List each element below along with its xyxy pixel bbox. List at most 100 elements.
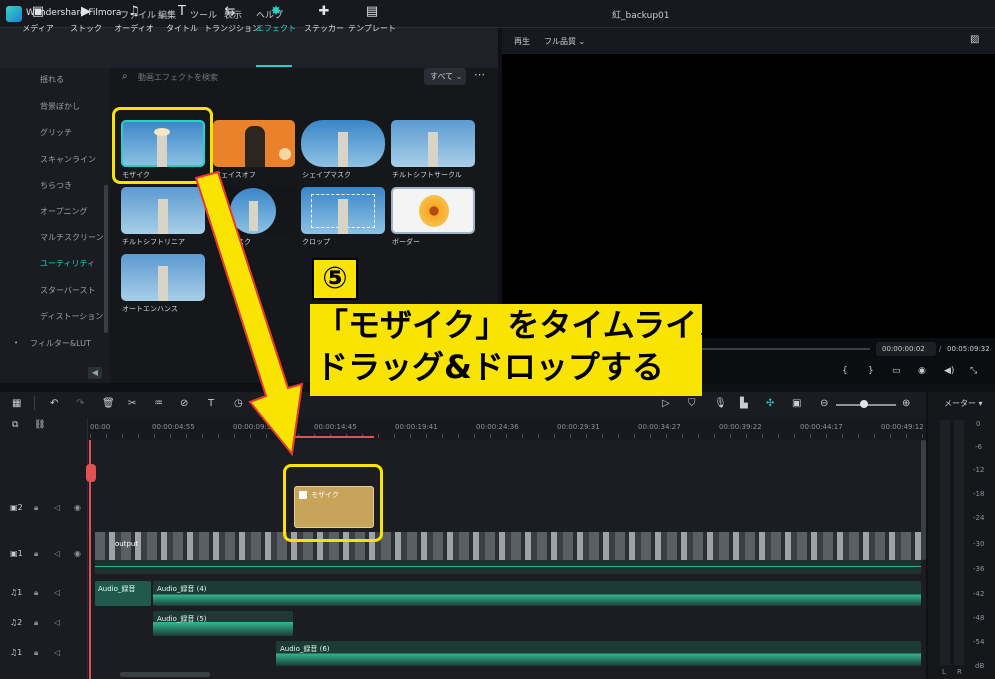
category-shake[interactable]: 揺れる: [40, 74, 64, 85]
layout-grid-icon[interactable]: ▦: [12, 398, 21, 409]
lock-icon[interactable]: 🔒︎: [34, 588, 38, 598]
audio-clip[interactable]: Audio_録音 (4): [153, 581, 921, 606]
search-input[interactable]: 動画エフェクトを検索: [138, 72, 218, 83]
redo-icon[interactable]: ↷: [76, 398, 84, 409]
mute-icon[interactable]: ◁: [54, 503, 60, 512]
mute-icon[interactable]: ◁: [54, 588, 60, 597]
lock-icon[interactable]: 🔒︎: [34, 549, 38, 559]
time-separator: /: [939, 345, 942, 353]
meter-scale: -42: [973, 590, 985, 598]
microphone-icon[interactable]: 🎙: [714, 398, 727, 409]
more-options-icon[interactable]: ⋯: [474, 68, 485, 81]
audio-adjust-icon[interactable]: ♒: [154, 398, 163, 409]
media-icon: ▣: [31, 4, 45, 19]
category-distortion[interactable]: ディストーション: [40, 311, 103, 322]
delete-icon[interactable]: 🗑: [102, 398, 115, 409]
eye-icon[interactable]: ◉: [74, 549, 81, 558]
ruler-tick: 00:00:39:22: [719, 423, 762, 431]
meter-scale: -18: [973, 490, 985, 498]
mark-in-icon[interactable]: {: [842, 366, 848, 376]
zoom-out-icon[interactable]: ⊖: [820, 398, 828, 409]
quality-dropdown[interactable]: フル品質 ⌄: [544, 36, 585, 47]
playhead-handle[interactable]: [86, 464, 96, 482]
category-flicker[interactable]: ちらつき: [40, 180, 72, 191]
toolbar-divider: [34, 396, 35, 410]
effect-search-box[interactable]: ⌕ 動画エフェクトを検索: [114, 68, 414, 86]
volume-icon[interactable]: ◀): [944, 366, 954, 376]
add-track-icon[interactable]: ⧉: [12, 420, 18, 430]
tab-stock[interactable]: ▶ ストック: [60, 5, 112, 37]
bullet-icon: •: [14, 339, 19, 347]
display-icon[interactable]: ▭: [892, 366, 901, 376]
effect-thumb-shape-mask[interactable]: [301, 120, 385, 167]
marker-icon[interactable]: ⛉: [688, 398, 696, 409]
render-preview-icon[interactable]: ▷: [662, 398, 670, 409]
category-multiscreen[interactable]: マルチスクリーン: [40, 232, 104, 243]
meter-bar-left: [940, 420, 950, 665]
zoom-slider-thumb[interactable]: [860, 400, 868, 408]
eye-icon[interactable]: ◉: [74, 503, 81, 512]
sticker-icon: ✚: [318, 4, 330, 19]
tab-title[interactable]: T タイトル: [156, 5, 208, 37]
annotation-arrow-icon: [194, 170, 304, 457]
audio-clip[interactable]: Audio_録音 (5): [153, 611, 293, 636]
cut-icon[interactable]: ✂: [128, 398, 136, 409]
ruler-tick: 00:00:44:17: [800, 423, 843, 431]
meter-scale: -12: [973, 466, 985, 474]
undo-icon[interactable]: ↶: [50, 398, 58, 409]
zoom-in-icon[interactable]: ⊕: [902, 398, 910, 409]
sidebar-scrollbar[interactable]: [104, 185, 108, 333]
tab-template[interactable]: ▤ テンプレート: [346, 5, 398, 37]
filter-dropdown[interactable]: すべて ⌄: [424, 68, 466, 85]
template-icon: ▤: [365, 4, 379, 19]
category-glitch[interactable]: グリッチ: [40, 127, 72, 138]
category-starburst[interactable]: スターバースト: [40, 285, 96, 296]
mute-icon[interactable]: ◁: [54, 549, 60, 558]
fullscreen-icon[interactable]: ⤡: [970, 366, 977, 376]
audio-clip[interactable]: Audio_録音: [95, 581, 151, 606]
meter-scale: -24: [973, 514, 985, 522]
timeline-horizontal-scrollbar[interactable]: [120, 672, 210, 677]
tab-transition[interactable]: ⇆ トランジション: [204, 5, 260, 37]
pip-icon[interactable]: ▣: [792, 398, 801, 409]
category-opening[interactable]: オープニング: [40, 206, 88, 217]
link-icon[interactable]: ⛓: [34, 420, 45, 430]
snapshot-view-icon[interactable]: ▨: [970, 34, 979, 45]
mute-icon[interactable]: ◁: [54, 618, 60, 627]
chevron-left-icon: ◀: [91, 368, 99, 377]
lock-icon[interactable]: 🔒︎: [34, 618, 38, 628]
collapse-sidebar-button[interactable]: ◀: [88, 367, 102, 379]
video-clip[interactable]: output: [95, 532, 921, 560]
effect-thumb-faceoff[interactable]: [213, 120, 295, 167]
effect-thumb-border[interactable]: [391, 187, 475, 234]
category-background-blur[interactable]: 背景ぼかし: [40, 101, 80, 112]
ruler-tick: 00:00:19:41: [395, 423, 438, 431]
category-filter-lut[interactable]: フィルター&LUT: [30, 338, 91, 349]
tab-media[interactable]: ▣ メディア: [12, 5, 64, 37]
mark-out-icon[interactable]: }: [868, 366, 874, 376]
total-time: 00:05:09:32: [947, 345, 990, 353]
annotation-highlight-clip: [283, 464, 383, 542]
snap-icon[interactable]: ✣: [766, 398, 774, 409]
category-utility[interactable]: ユーティリティ: [40, 258, 95, 269]
effect-thumb-tilt-shift-circle[interactable]: [391, 120, 475, 167]
stock-icon: ▶: [81, 4, 91, 19]
step-number-badge: ⑤: [312, 258, 358, 300]
lock-icon[interactable]: 🔒︎: [34, 648, 38, 658]
tab-audio[interactable]: ♫ オーディオ: [108, 5, 160, 37]
timeline-vertical-scrollbar[interactable]: [921, 440, 926, 560]
mute-icon[interactable]: ◁: [54, 648, 60, 657]
person-icon: [245, 126, 265, 167]
playback-progress-track[interactable]: [700, 348, 870, 350]
camera-icon[interactable]: ◉: [918, 366, 926, 376]
audio-mixer-icon[interactable]: ▙: [740, 398, 748, 409]
audio-clip[interactable]: Audio_録音 (6): [276, 641, 921, 666]
search-icon: ⌕: [122, 71, 128, 82]
meter-label[interactable]: メーター ▾: [944, 398, 983, 409]
audio-icon: ♫: [128, 4, 140, 19]
tab-sticker[interactable]: ✚ ステッカー: [298, 5, 350, 37]
video-track-2-header: ▣2: [10, 503, 23, 512]
category-scanline[interactable]: スキャンライン: [40, 154, 96, 165]
lock-icon[interactable]: 🔒︎: [34, 503, 38, 513]
tab-effect[interactable]: ✸ エフェクト: [250, 5, 302, 37]
